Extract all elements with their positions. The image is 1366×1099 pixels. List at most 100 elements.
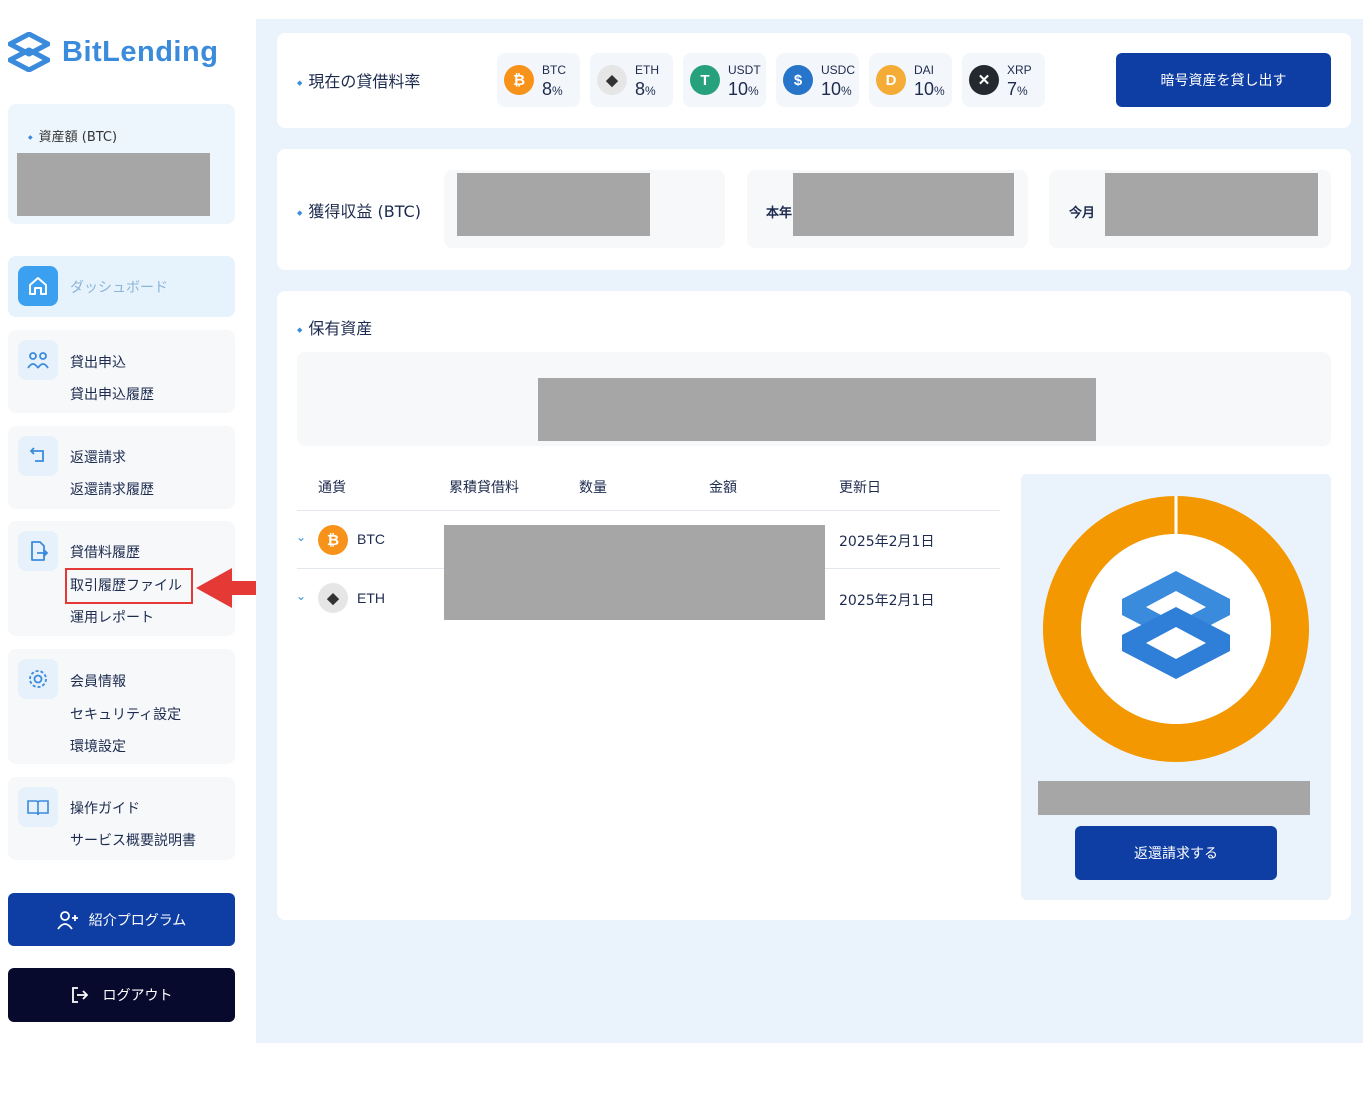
brand-name: BitLending <box>62 35 219 68</box>
rate-unit: % <box>841 84 852 98</box>
file-export-icon <box>18 531 58 571</box>
holdings-title: 保有資産 <box>297 315 372 339</box>
sidebar-item-repay-history[interactable]: 返還請求履歴 <box>70 479 154 499</box>
ethereum-icon: ◆ <box>597 65 627 95</box>
brand-logo[interactable]: BitLending <box>8 32 218 72</box>
users-icon <box>18 340 58 380</box>
sidebar-item-dashboard[interactable]: ダッシュボード <box>8 256 235 317</box>
earnings-title: 獲得収益 (BTC) <box>297 198 421 222</box>
rate-item-eth: ◆ ETH 8% <box>590 53 673 107</box>
sidebar-item-dashboard-label: ダッシュボード <box>70 280 168 296</box>
allocation-donut-chart <box>1043 496 1309 762</box>
sidebar-item-lending-history[interactable]: 貸出申込履歴 <box>70 384 154 404</box>
chevron-down-icon[interactable]: ⌄ <box>296 530 306 544</box>
rates-title: 現在の貸借料率 <box>297 68 420 92</box>
redacted-earnings-month <box>1105 173 1318 236</box>
lend-crypto-button[interactable]: 暗号資産を貸し出す <box>1116 53 1331 107</box>
rate-unit: % <box>552 84 563 98</box>
tether-icon: T <box>690 65 720 95</box>
sidebar-group-lending: 貸出申込 貸出申込履歴 <box>8 330 235 413</box>
sidebar-item-repay-request[interactable]: 返還請求 <box>70 447 126 467</box>
earnings-month-box: 今月 <box>1049 170 1331 248</box>
redacted-holdings-values <box>444 525 825 620</box>
rate-symbol: DAI <box>914 63 935 77</box>
earnings-total-box <box>444 170 725 248</box>
rate-value: 7% <box>1007 79 1028 100</box>
rate-number: 8 <box>635 79 646 99</box>
bitcoin-icon: ₿ <box>318 525 348 555</box>
sidebar-item-member-info[interactable]: 会員情報 <box>70 671 126 691</box>
row-coin-name: ETH <box>357 590 385 606</box>
sidebar-item-preferences[interactable]: 環境設定 <box>70 736 126 756</box>
referral-program-button[interactable]: 紹介プログラム <box>8 893 235 946</box>
column-header-quantity: 数量 <box>579 480 607 496</box>
column-header-amount: 金額 <box>709 480 737 496</box>
sidebar-group-guide: 操作ガイド サービス概要説明書 <box>8 777 235 860</box>
column-header-currency: 通貨 <box>318 480 346 496</box>
ethereum-icon: ◆ <box>318 583 348 613</box>
column-header-updated: 更新日 <box>839 480 881 496</box>
rate-unit: % <box>1017 84 1028 98</box>
sidebar-group-repayment: 返還請求 返還請求履歴 <box>8 426 235 509</box>
table-divider <box>297 510 1000 511</box>
chevron-down-icon[interactable]: ⌄ <box>296 589 306 603</box>
usdc-icon: $ <box>783 65 813 95</box>
rate-number: 8 <box>542 79 553 99</box>
rate-value: 10% <box>914 79 945 100</box>
rate-item-dai: D DAI 10% <box>869 53 952 107</box>
return-icon <box>18 436 58 476</box>
earnings-month-label: 今月 <box>1069 206 1096 221</box>
rate-number: 7 <box>1007 79 1018 99</box>
dai-icon: D <box>876 65 906 95</box>
rate-symbol: XRP <box>1007 63 1032 77</box>
xrp-icon: ✕ <box>969 65 999 95</box>
home-icon <box>18 266 58 306</box>
rate-unit: % <box>645 84 656 98</box>
logout-button[interactable]: ログアウト <box>8 968 235 1022</box>
sidebar-item-security[interactable]: セキュリティ設定 <box>70 704 181 724</box>
logout-icon <box>71 987 88 1003</box>
logout-label: ログアウト <box>102 987 173 1003</box>
asset-balance-label: 資産額 (BTC) <box>28 126 117 145</box>
column-header-accumulated-fee: 累積貸借料 <box>449 480 519 496</box>
add-user-icon <box>56 910 78 930</box>
gear-icon <box>18 659 58 699</box>
rate-unit: % <box>748 84 759 98</box>
rate-unit: % <box>934 84 945 98</box>
row-updated-date: 2025年2月1日 <box>839 534 935 550</box>
rate-item-usdc: $ USDC 10% <box>776 53 859 107</box>
redacted-allocation-total <box>1038 781 1310 815</box>
rate-value: 10% <box>728 79 759 100</box>
sidebar-item-service-docs[interactable]: サービス概要説明書 <box>70 830 196 850</box>
redacted-earnings-year <box>793 173 1014 236</box>
sidebar-item-user-guide[interactable]: 操作ガイド <box>70 798 140 818</box>
rate-symbol: USDT <box>728 63 761 77</box>
rate-value: 8% <box>542 79 563 100</box>
sidebar-item-lending-apply[interactable]: 貸出申込 <box>70 352 126 372</box>
redacted-holdings-total <box>538 378 1096 441</box>
row-coin-name: BTC <box>357 531 385 547</box>
rate-number: 10 <box>728 79 749 99</box>
rate-value: 10% <box>821 79 852 100</box>
redacted-asset-value <box>17 153 210 216</box>
referral-program-label: 紹介プログラム <box>88 911 187 928</box>
rate-number: 10 <box>914 79 935 99</box>
highlight-box <box>65 568 193 604</box>
sidebar-item-report[interactable]: 運用レポート <box>70 607 154 627</box>
holdings-summary-box <box>297 352 1331 446</box>
row-updated-date: 2025年2月1日 <box>839 593 935 609</box>
rate-symbol: ETH <box>635 63 659 77</box>
earnings-year-box: 本年 <box>747 170 1028 248</box>
rate-item-btc: ₿ BTC 8% <box>497 53 580 107</box>
rate-number: 10 <box>821 79 842 99</box>
book-icon <box>18 787 58 827</box>
redacted-earnings-total <box>457 173 650 236</box>
rate-item-usdt: T USDT 10% <box>683 53 766 107</box>
sidebar-item-fee-history[interactable]: 貸借料履歴 <box>70 542 140 562</box>
earnings-year-label: 本年 <box>766 206 793 221</box>
bitcoin-icon: ₿ <box>504 65 534 95</box>
rate-item-xrp: ✕ XRP 7% <box>962 53 1045 107</box>
sidebar-group-account: 会員情報 セキュリティ設定 環境設定 <box>8 649 235 764</box>
bitlending-logo-icon <box>8 32 50 72</box>
repay-request-button[interactable]: 返還請求する <box>1075 826 1277 880</box>
